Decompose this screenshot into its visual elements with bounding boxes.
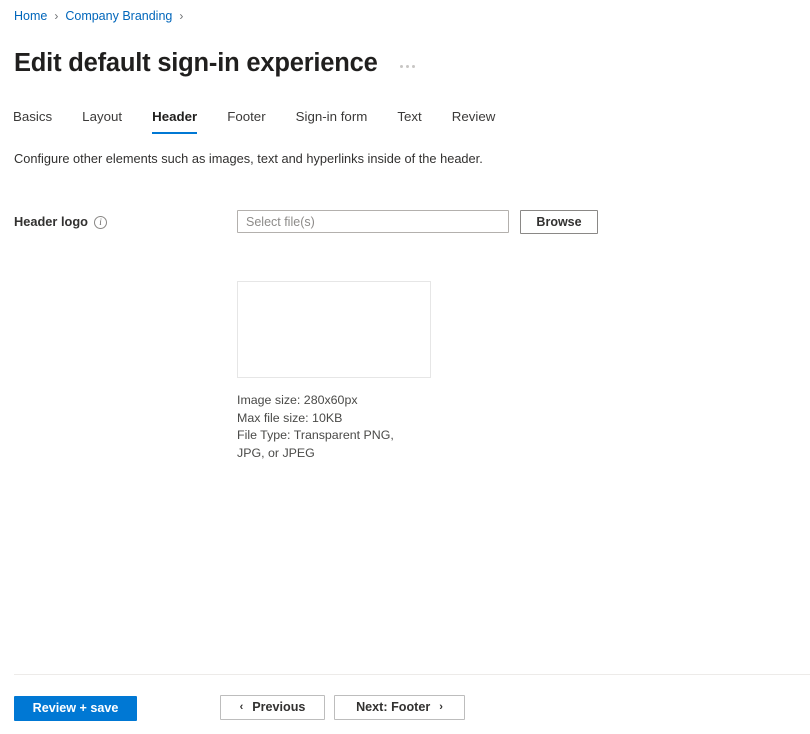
more-dot <box>400 65 403 68</box>
browse-button[interactable]: Browse <box>520 210 598 234</box>
breadcrumb-separator-icon: › <box>179 7 183 25</box>
tab-review[interactable]: Review <box>452 104 496 136</box>
review-save-button[interactable]: Review + save <box>14 696 137 721</box>
requirement-file-type: File Type: Transparent PNG, JPG, or JPEG <box>237 427 427 462</box>
breadcrumb: Home › Company Branding › <box>14 7 190 25</box>
header-logo-requirements: Image size: 280x60px Max file size: 10KB… <box>237 392 427 462</box>
header-logo-row: Header logo i Browse <box>14 210 796 234</box>
more-dot <box>406 65 409 68</box>
tab-basics[interactable]: Basics <box>13 104 52 136</box>
tab-text[interactable]: Text <box>397 104 421 136</box>
next-footer-button[interactable]: Next: Footer › <box>334 695 465 720</box>
more-dot <box>412 65 415 68</box>
header-logo-file-input[interactable] <box>237 210 509 233</box>
header-logo-preview-area: Image size: 280x60px Max file size: 10KB… <box>237 281 431 462</box>
tab-header[interactable]: Header <box>152 104 197 136</box>
info-icon[interactable]: i <box>94 216 107 229</box>
previous-button[interactable]: ‹ Previous <box>220 695 325 720</box>
header-logo-label-group: Header logo i <box>14 210 237 231</box>
tab-layout[interactable]: Layout <box>82 104 122 136</box>
next-button-label: Next: Footer <box>356 701 430 714</box>
page-title: Edit default sign-in experience <box>14 47 378 79</box>
requirement-image-size: Image size: 280x60px <box>237 392 427 410</box>
tab-footer[interactable]: Footer <box>227 104 265 136</box>
footer-divider <box>14 674 810 675</box>
tab-sign-in-form[interactable]: Sign-in form <box>296 104 368 136</box>
page-header: Edit default sign-in experience <box>14 30 416 96</box>
chevron-right-icon: › <box>439 702 443 713</box>
header-logo-preview-box <box>237 281 431 378</box>
header-logo-label: Header logo <box>14 213 88 231</box>
breadcrumb-link-home[interactable]: Home <box>14 7 47 25</box>
breadcrumb-separator-icon: › <box>54 7 58 25</box>
requirement-max-file-size: Max file size: 10KB <box>237 410 427 428</box>
breadcrumb-link-company-branding[interactable]: Company Branding <box>65 7 172 25</box>
section-description: Configure other elements such as images,… <box>14 150 483 168</box>
wizard-tab-list: Basics Layout Header Footer Sign-in form… <box>13 104 525 136</box>
chevron-left-icon: ‹ <box>240 702 244 713</box>
previous-button-label: Previous <box>252 701 305 714</box>
more-options-icon[interactable] <box>399 63 416 70</box>
footer-action-bar: Review + save ‹ Previous Next: Footer › <box>0 690 810 734</box>
